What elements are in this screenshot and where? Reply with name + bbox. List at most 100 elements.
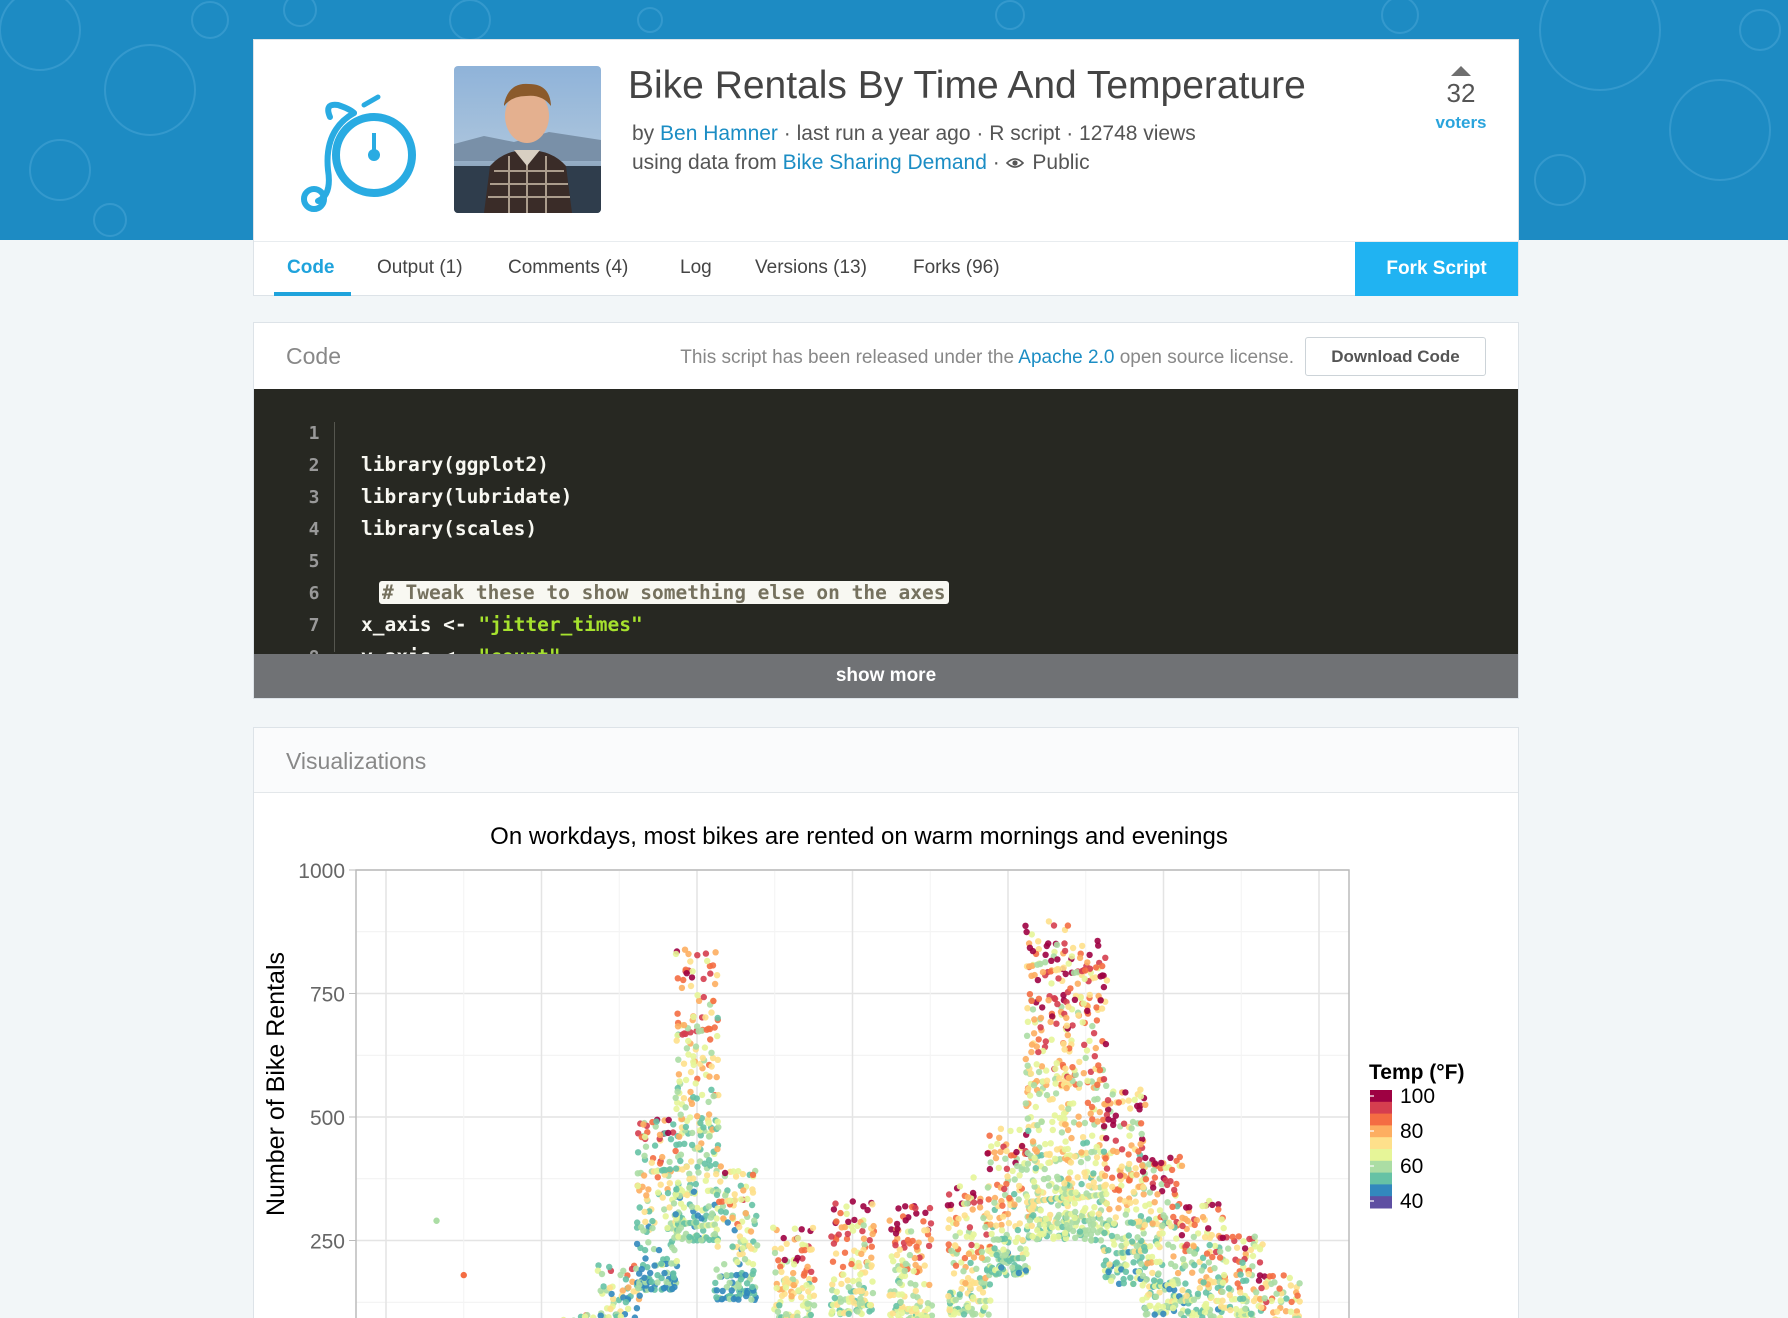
data-point — [1147, 1208, 1155, 1215]
kernel-source: using data from Bike Sharing Demand · Pu… — [632, 151, 1090, 175]
data-point — [1007, 1127, 1014, 1135]
data-point — [1160, 1310, 1167, 1317]
data-point — [674, 975, 681, 982]
data-point — [749, 1283, 756, 1291]
tab-output[interactable]: Output (1) — [377, 257, 463, 279]
data-point — [854, 1308, 861, 1315]
data-point — [852, 1288, 859, 1295]
data-point — [1243, 1277, 1250, 1284]
code-text: x_axis <- — [361, 613, 479, 636]
data-point — [700, 1124, 707, 1131]
data-point — [1029, 1138, 1037, 1145]
code-section: Code This script has been released under… — [253, 322, 1519, 699]
tab-comments[interactable]: Comments (4) — [508, 257, 628, 279]
data-point — [1127, 1274, 1134, 1281]
tab-forks[interactable]: Forks (96) — [913, 257, 1000, 279]
data-point — [795, 1287, 802, 1294]
license-link[interactable]: Apache 2.0 — [1018, 347, 1114, 368]
data-point — [1294, 1292, 1301, 1299]
author-link[interactable]: Ben Hamner — [660, 122, 778, 145]
y-tick-label: 1000 — [298, 860, 345, 883]
data-point — [1219, 1279, 1227, 1286]
upvote-arrow-icon[interactable] — [1451, 66, 1471, 76]
data-point — [617, 1271, 624, 1279]
data-point — [1136, 1106, 1143, 1113]
author-avatar[interactable] — [454, 66, 601, 213]
data-point — [1064, 1032, 1071, 1039]
data-point — [1203, 1250, 1211, 1257]
data-point — [964, 1200, 971, 1207]
code-line: library(lubridate) — [361, 485, 573, 508]
data-point — [698, 1091, 706, 1099]
data-point — [1031, 1146, 1039, 1153]
data-point — [920, 1218, 927, 1225]
data-point — [1220, 1271, 1228, 1279]
data-point — [924, 1305, 931, 1313]
data-point — [688, 1141, 696, 1149]
data-point — [1092, 1159, 1099, 1167]
data-point — [692, 1080, 699, 1087]
download-code-button[interactable]: Download Code — [1305, 337, 1486, 376]
data-point — [1076, 1080, 1083, 1087]
data-point — [1062, 970, 1069, 978]
data-point — [926, 1281, 933, 1289]
data-point — [855, 1281, 863, 1288]
data-point — [1183, 1292, 1190, 1299]
data-point — [1170, 1253, 1177, 1260]
data-point — [714, 1032, 721, 1040]
line-number: 5 — [308, 551, 320, 572]
data-point — [710, 997, 717, 1005]
data-point — [1047, 1140, 1054, 1147]
show-more-button[interactable]: show more — [254, 654, 1518, 698]
tab-versions[interactable]: Versions (13) — [755, 257, 867, 279]
data-point — [830, 1206, 838, 1213]
data-point — [701, 1160, 708, 1167]
data-point — [636, 1281, 643, 1288]
data-point — [1223, 1258, 1230, 1265]
data-point — [947, 1201, 955, 1209]
data-point — [1019, 1254, 1027, 1262]
data-point — [804, 1300, 811, 1307]
data-point — [897, 1298, 904, 1306]
data-point — [1139, 1282, 1146, 1289]
data-point — [590, 1314, 597, 1318]
data-point — [1115, 1205, 1122, 1212]
data-point — [680, 1204, 688, 1211]
data-point — [1035, 995, 1043, 1002]
data-point — [693, 1023, 701, 1030]
data-point — [1092, 964, 1100, 971]
data-point — [1129, 1219, 1137, 1227]
fork-script-button[interactable]: Fork Script — [1355, 242, 1518, 296]
data-point — [728, 1287, 735, 1294]
data-point — [856, 1263, 863, 1270]
data-point — [1030, 1201, 1037, 1209]
dataset-link[interactable]: Bike Sharing Demand — [783, 151, 987, 174]
data-point — [1144, 1310, 1151, 1317]
code-editor[interactable]: 1 2 3 4 5 6 7 8 library(ggplot2) library… — [254, 389, 1518, 698]
data-point — [917, 1298, 924, 1305]
data-point — [705, 1111, 713, 1118]
gutter-divider — [334, 422, 335, 652]
data-point — [1031, 1154, 1038, 1162]
data-point — [962, 1280, 969, 1287]
data-point — [1287, 1308, 1295, 1315]
data-point — [868, 1262, 875, 1269]
data-point — [1141, 1221, 1148, 1229]
data-point — [704, 957, 711, 965]
data-point — [1084, 1007, 1091, 1014]
data-point — [1081, 975, 1088, 983]
data-point — [1019, 1236, 1026, 1244]
vote-widget[interactable]: 32 voters — [1426, 66, 1496, 133]
data-point — [1109, 1183, 1116, 1190]
data-point — [1237, 1271, 1244, 1278]
data-point — [1013, 1162, 1021, 1170]
tab-log[interactable]: Log — [680, 257, 712, 279]
data-point — [742, 1271, 749, 1279]
data-point — [660, 1285, 668, 1292]
data-point — [844, 1230, 851, 1238]
data-point — [1087, 1110, 1094, 1117]
tab-code[interactable]: Code — [287, 257, 335, 279]
voters-link[interactable]: voters — [1426, 113, 1496, 133]
data-point — [739, 1170, 747, 1178]
data-point — [642, 1255, 649, 1262]
